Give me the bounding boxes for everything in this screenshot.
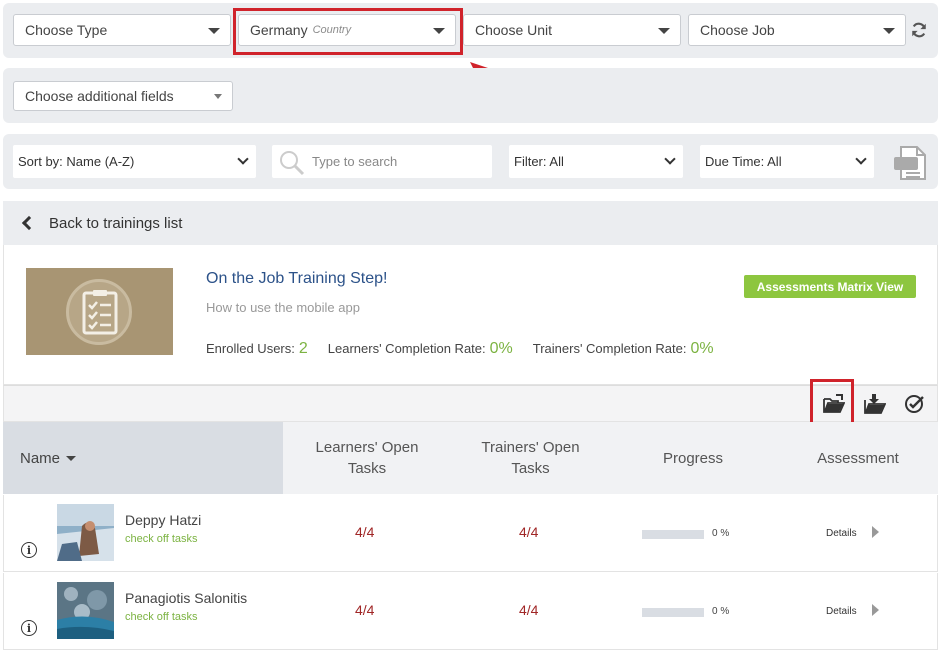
additional-fields-label: Choose additional fields [25, 88, 174, 104]
checklist-icon [82, 290, 118, 335]
assessment-header: Assessment [817, 449, 899, 467]
chevron-left-icon [21, 215, 37, 231]
avatar [57, 504, 114, 561]
user-name[interactable]: Panagiotis Salonitis [125, 590, 247, 606]
country-highlight-box [233, 8, 463, 55]
learners-rate-value: 0% [489, 340, 513, 357]
choose-unit-label: Choose Unit [475, 22, 553, 38]
check-off-tasks-link[interactable]: check off tasks [125, 533, 198, 545]
progress-percent: 0 % [712, 528, 730, 539]
choose-type-label: Choose Type [25, 22, 108, 38]
training-thumbnail [26, 268, 173, 355]
filter-label: Filter: All [514, 154, 564, 169]
trainers-rate-value: 0% [690, 340, 714, 357]
learners-open-header: Learners' Open Tasks [315, 439, 419, 477]
table-row: i Deppy Hatzi check off tasks 4/4 4/4 0 … [3, 495, 938, 572]
info-icon[interactable]: i [21, 542, 37, 558]
download-folder-icon[interactable] [864, 394, 886, 414]
additional-fields-select[interactable]: Choose additional fields [13, 81, 233, 111]
sort-select[interactable]: Sort by: Name (A-Z) [13, 145, 256, 178]
caret-right-icon[interactable] [872, 604, 879, 616]
progress-header: Progress [662, 449, 724, 467]
user-name[interactable]: Deppy Hatzi [125, 512, 201, 528]
trainers-rate-label: Trainers' Completion Rate: [532, 341, 687, 356]
sort-label: Sort by: Name (A-Z) [18, 154, 135, 169]
excel-export-icon[interactable] [892, 145, 928, 181]
chevron-down-icon [855, 153, 867, 165]
table-header: Name Learners' Open Tasks Trainers' Open… [3, 422, 938, 494]
avatar [57, 582, 114, 639]
enrolled-value: 2 [298, 340, 308, 357]
back-to-trainings-link[interactable]: Back to trainings list [3, 201, 938, 245]
training-card: On the Job Training Step! How to use the… [3, 245, 938, 385]
choose-job-select[interactable]: Choose Job [688, 14, 906, 46]
action-toolbar [3, 385, 938, 422]
training-stats: Enrolled Users: 2 Learners' Completion R… [206, 340, 734, 358]
search-icon [280, 151, 305, 176]
learners-open-value: 4/4 [355, 524, 375, 540]
due-time-label: Due Time: All [705, 154, 782, 169]
training-title[interactable]: On the Job Training Step! [206, 270, 387, 288]
caret-down-icon [214, 94, 222, 99]
caret-right-icon[interactable] [872, 526, 879, 538]
training-subtitle: How to use the mobile app [206, 300, 360, 315]
trainers-open-value: 4/4 [519, 602, 539, 618]
check-circle-icon[interactable] [904, 394, 926, 414]
choose-type-select[interactable]: Choose Type [13, 14, 231, 46]
filter-select[interactable]: Filter: All [509, 145, 683, 178]
progress-bar [642, 530, 704, 539]
chevron-down-icon [237, 153, 249, 165]
chevron-down-icon [664, 153, 676, 165]
enrolled-label: Enrolled Users: [206, 341, 295, 356]
search-placeholder: Type to search [312, 154, 398, 169]
trainers-open-value: 4/4 [519, 524, 539, 540]
caret-down-icon [883, 28, 895, 34]
info-icon[interactable]: i [21, 620, 37, 636]
progress-bar [642, 608, 704, 617]
name-header-label: Name [20, 449, 61, 467]
choose-unit-select[interactable]: Choose Unit [463, 14, 681, 46]
back-label: Back to trainings list [49, 214, 183, 232]
table-row: i Panagiotis Salonitis check off tasks 4… [3, 573, 938, 650]
search-input[interactable]: Type to search [272, 145, 492, 178]
choose-job-label: Choose Job [700, 22, 775, 38]
sort-caret-icon [66, 455, 77, 461]
details-link[interactable]: Details [826, 528, 857, 539]
check-off-tasks-link[interactable]: check off tasks [125, 611, 198, 623]
name-column-header[interactable]: Name [3, 422, 283, 494]
assessments-matrix-button[interactable]: Assessments Matrix View [744, 275, 916, 298]
caret-down-icon [658, 28, 670, 34]
caret-down-icon [208, 28, 220, 34]
details-link[interactable]: Details [826, 606, 857, 617]
learners-open-value: 4/4 [355, 602, 375, 618]
learners-rate-label: Learners' Completion Rate: [327, 341, 486, 356]
trainers-open-header: Trainers' Open Tasks [481, 439, 580, 477]
due-time-select[interactable]: Due Time: All [700, 145, 874, 178]
progress-percent: 0 % [712, 606, 730, 617]
refresh-icon[interactable] [910, 21, 928, 39]
